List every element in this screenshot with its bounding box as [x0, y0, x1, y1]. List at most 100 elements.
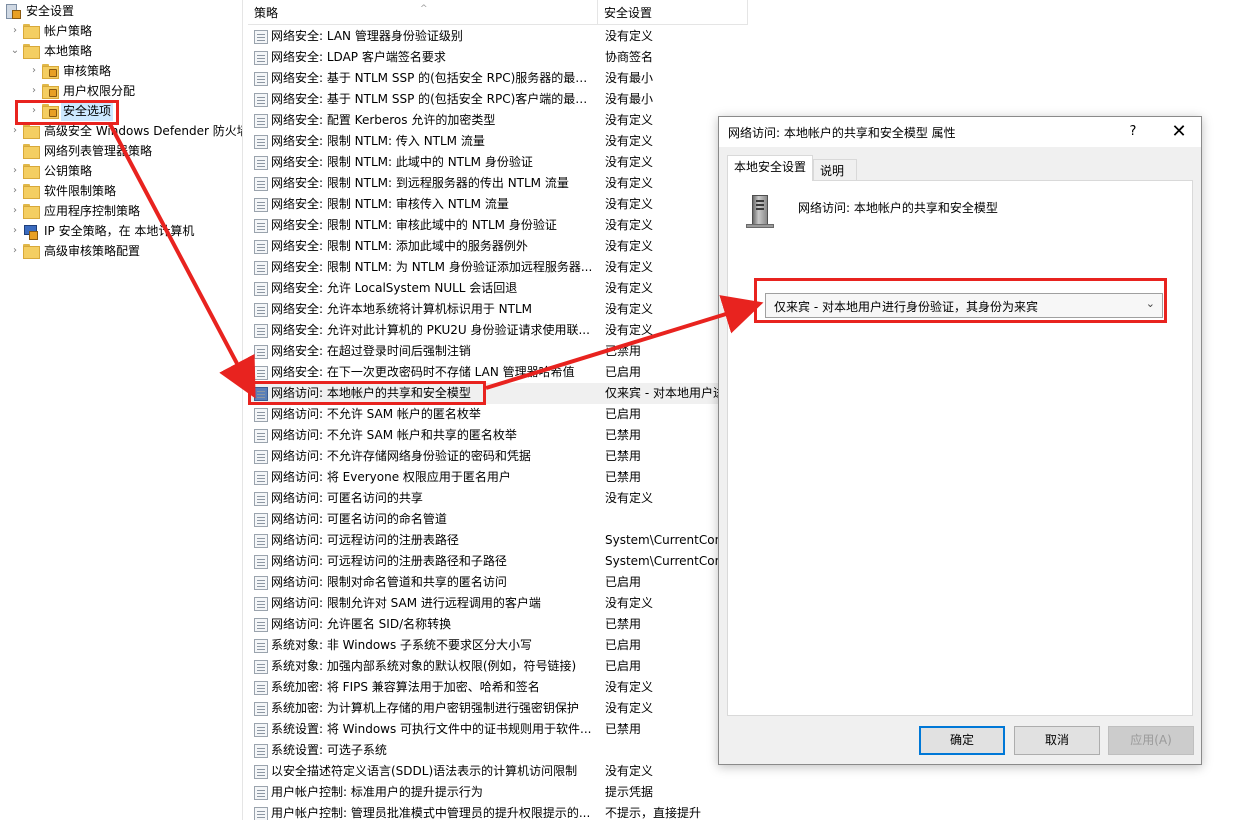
tree-item-label: 本地策略 [44, 44, 93, 58]
policy-cell: 系统加密: 为计算机上存储的用户密钥强制进行强密钥保护 [254, 698, 598, 719]
table-row[interactable]: 网络安全: 基于 NTLM SSP 的(包括安全 RPC)服务器的最小... 没有… [248, 68, 723, 89]
setting-cell: 已启用 [605, 575, 642, 589]
chevron-right-icon[interactable]: › [8, 181, 22, 201]
table-row[interactable]: 系统对象: 非 Windows 子系统不要求区分大小写 已启用 [248, 635, 723, 656]
table-row[interactable]: 网络访问: 不允许 SAM 帐户和共享的匿名枚举 已禁用 [248, 425, 723, 446]
ok-button[interactable]: 确定 [919, 726, 1005, 755]
chevron-right-icon[interactable]: › [8, 221, 22, 241]
tree-item[interactable]: › IP 安全策略，在 本地计算机 [8, 221, 196, 241]
table-row[interactable]: 系统设置: 可选子系统 [248, 740, 723, 761]
tab-local-security-setting[interactable]: 本地安全设置 [727, 155, 813, 181]
policy-name: 系统设置: 可选子系统 [271, 743, 387, 757]
table-row[interactable]: 系统加密: 将 FIPS 兼容算法用于加密、哈希和签名 没有定义 [248, 677, 723, 698]
table-row[interactable]: 系统对象: 加强内部系统对象的默认权限(例如，符号链接) 已启用 [248, 656, 723, 677]
cancel-button[interactable]: 取消 [1014, 726, 1100, 755]
column-header-policy[interactable]: 策略 ^ [248, 0, 598, 25]
table-row[interactable]: 网络访问: 可匿名访问的共享 没有定义 [248, 488, 723, 509]
chevron-down-icon[interactable]: ⌄ [8, 41, 22, 61]
table-row[interactable]: 网络安全: LDAP 客户端签名要求 协商签名 [248, 47, 723, 68]
setting-cell [605, 740, 723, 761]
table-row[interactable]: 网络安全: 限制 NTLM: 为 NTLM 身份验证添加远程服务器... 没有定义 [248, 257, 723, 278]
chevron-right-icon[interactable]: › [27, 81, 41, 101]
table-row[interactable]: 网络安全: 配置 Kerberos 允许的加密类型 没有定义 [248, 110, 723, 131]
policy-icon [254, 659, 268, 674]
policy-icon [254, 512, 268, 527]
table-row[interactable]: 网络访问: 可匿名访问的命名管道 [248, 509, 723, 530]
table-row[interactable]: 用户帐户控制: 标准用户的提升提示行为 提示凭据 [248, 782, 723, 803]
table-row[interactable]: 系统设置: 将 Windows 可执行文件中的证书规则用于软件... 已禁用 [248, 719, 723, 740]
chevron-right-icon[interactable]: › [27, 61, 41, 81]
setting-cell: System\CurrentControl [605, 554, 723, 568]
policy-name: 网络访问: 允许匿名 SID/名称转换 [271, 617, 452, 631]
folder-icon [22, 24, 40, 39]
chevron-right-icon[interactable]: › [8, 241, 22, 261]
policy-icon [254, 407, 268, 422]
tree-item[interactable]: › 用户权限分配 [27, 81, 137, 101]
policy-name: 以安全描述符定义语言(SDDL)语法表示的计算机访问限制 [271, 764, 578, 778]
table-row[interactable]: 网络访问: 可远程访问的注册表路径 System\CurrentControl [248, 530, 723, 551]
policy-cell: 系统设置: 可选子系统 [254, 740, 598, 761]
list-header: 策略 ^ 安全设置 [248, 0, 748, 25]
table-row[interactable]: 系统加密: 为计算机上存储的用户密钥强制进行强密钥保护 没有定义 [248, 698, 723, 719]
policy-icon [254, 491, 268, 506]
policy-cell: 网络安全: 允许本地系统将计算机标识用于 NTLM [254, 299, 598, 320]
annotation-box-security-options [15, 100, 119, 125]
folder-icon [22, 184, 40, 199]
column-header-setting[interactable]: 安全设置 [598, 0, 748, 25]
table-row[interactable]: 网络安全: 允许 LocalSystem NULL 会话回退 没有定义 [248, 278, 723, 299]
table-row[interactable]: 网络安全: 限制 NTLM: 添加此域中的服务器例外 没有定义 [248, 236, 723, 257]
ip-security-icon [22, 223, 38, 240]
setting-cell: 已启用 [605, 365, 642, 379]
chevron-right-icon[interactable] [8, 141, 22, 161]
table-row[interactable]: 网络访问: 允许匿名 SID/名称转换 已禁用 [248, 614, 723, 635]
table-row[interactable]: 网络安全: 允许对此计算机的 PKU2U 身份验证请求使用联... 没有定义 [248, 320, 723, 341]
table-row[interactable]: 网络访问: 可远程访问的注册表路径和子路径 System\CurrentContr… [248, 551, 723, 572]
table-row[interactable]: 网络访问: 限制对命名管道和共享的匿名访问 已启用 [248, 572, 723, 593]
policy-name: 网络安全: 允许对此计算机的 PKU2U 身份验证请求使用联... [271, 323, 590, 337]
table-row[interactable]: 用户帐户控制: 管理员批准模式中管理员的提升权限提示的... 不提示，直接提升 [248, 803, 723, 820]
policy-name: 网络安全: 限制 NTLM: 传入 NTLM 流量 [271, 134, 485, 148]
tree-item[interactable]: › 公钥策略 [8, 161, 94, 181]
tree-item[interactable]: 网络列表管理器策略 [8, 141, 154, 161]
table-row[interactable]: 网络安全: 限制 NTLM: 传入 NTLM 流量 没有定义 [248, 131, 723, 152]
table-row[interactable]: 网络安全: 限制 NTLM: 到远程服务器的传出 NTLM 流量 没有定义 [248, 173, 723, 194]
table-row[interactable]: 网络访问: 不允许 SAM 帐户的匿名枚举 已启用 [248, 404, 723, 425]
apply-button[interactable]: 应用(A) [1108, 726, 1194, 755]
tab-explain[interactable]: 说明 [813, 159, 857, 182]
table-row[interactable]: 网络安全: 在下一次更改密码时不存储 LAN 管理器哈希值 已启用 [248, 362, 723, 383]
setting-cell: 已启用 [605, 638, 642, 652]
policy-name: 网络访问: 将 Everyone 权限应用于匿名用户 [271, 470, 511, 484]
table-row[interactable]: 网络安全: 限制 NTLM: 审核传入 NTLM 流量 没有定义 [248, 194, 723, 215]
table-row[interactable]: 以安全描述符定义语言(SDDL)语法表示的计算机访问限制 没有定义 [248, 761, 723, 782]
table-row[interactable]: 网络安全: 允许本地系统将计算机标识用于 NTLM 没有定义 [248, 299, 723, 320]
table-row[interactable]: 网络安全: 在超过登录时间后强制注销 已禁用 [248, 341, 723, 362]
tree-item[interactable]: › 帐户策略 [8, 21, 94, 41]
dialog-title-bar[interactable]: 网络访问: 本地帐户的共享和安全模型 属性 ? ✕ [719, 117, 1201, 147]
table-row[interactable]: 网络访问: 不允许存储网络身份验证的密码和凭据 已禁用 [248, 446, 723, 467]
chevron-right-icon[interactable]: › [8, 161, 22, 181]
tree-item[interactable]: › 高级审核策略配置 [8, 241, 142, 261]
table-row[interactable]: 网络安全: LAN 管理器身份验证级别 没有定义 [248, 26, 723, 47]
table-row[interactable]: 网络安全: 限制 NTLM: 此域中的 NTLM 身份验证 没有定义 [248, 152, 723, 173]
policy-icon [254, 155, 268, 170]
table-row[interactable]: 网络安全: 基于 NTLM SSP 的(包括安全 RPC)客户端的最小... 没有… [248, 89, 723, 110]
tree-item[interactable]: ⌄ 本地策略 [8, 41, 94, 61]
tree-root-label: 安全设置 [26, 4, 75, 18]
policy-cell: 系统设置: 将 Windows 可执行文件中的证书规则用于软件... [254, 719, 598, 740]
chevron-right-icon[interactable]: › [8, 201, 22, 221]
setting-cell: System\CurrentControl [605, 533, 723, 547]
chevron-right-icon[interactable]: › [8, 21, 22, 41]
tree-item[interactable]: › 软件限制策略 [8, 181, 118, 201]
tree-item[interactable]: › 审核策略 [27, 61, 113, 81]
close-button[interactable]: ✕ [1167, 120, 1191, 144]
table-row[interactable]: 网络访问: 限制允许对 SAM 进行远程调用的客户端 没有定义 [248, 593, 723, 614]
table-row[interactable]: 网络安全: 限制 NTLM: 审核此域中的 NTLM 身份验证 没有定义 [248, 215, 723, 236]
policy-name: 网络访问: 不允许存储网络身份验证的密码和凭据 [271, 449, 531, 463]
help-button[interactable]: ? [1123, 122, 1143, 142]
setting-cell: 已禁用 [605, 617, 642, 631]
policy-cell: 以安全描述符定义语言(SDDL)语法表示的计算机访问限制 [254, 761, 598, 782]
tree-root[interactable]: 安全设置 [4, 1, 76, 21]
table-row[interactable]: 网络访问: 将 Everyone 权限应用于匿名用户 已禁用 [248, 467, 723, 488]
tree-item[interactable]: › 应用程序控制策略 [8, 201, 142, 221]
policy-cell: 网络访问: 将 Everyone 权限应用于匿名用户 [254, 467, 598, 488]
